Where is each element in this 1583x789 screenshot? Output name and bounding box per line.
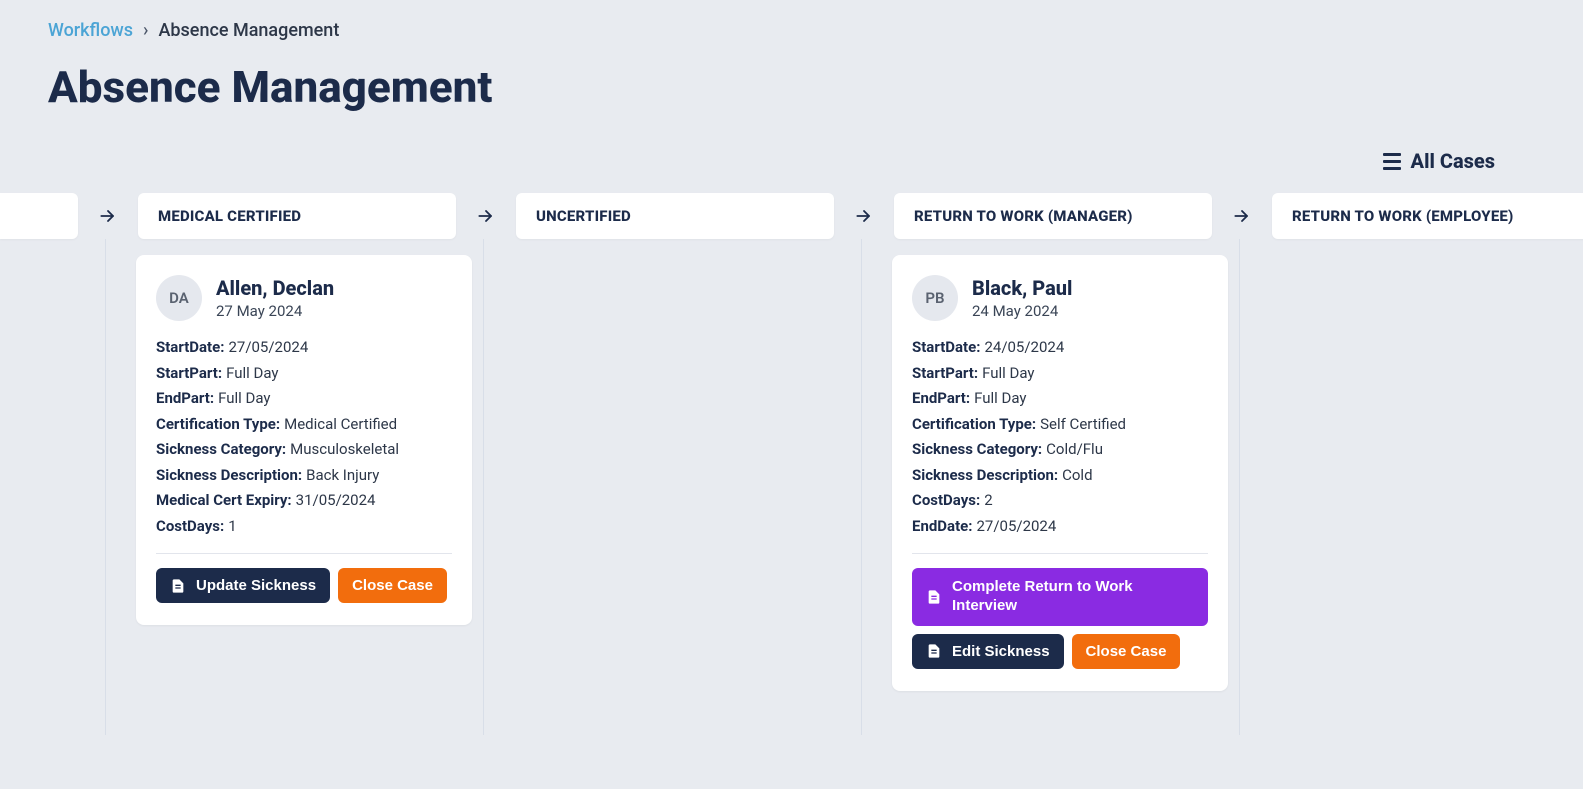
arrow-right-icon	[1212, 206, 1272, 226]
all-cases-toggle[interactable]: All Cases	[1383, 149, 1495, 173]
avatar: DA	[156, 275, 202, 321]
close-case-button[interactable]: Close Case	[338, 568, 447, 603]
edit-sickness-button[interactable]: Edit Sickness	[912, 634, 1064, 669]
case-fields: StartDate:27/05/2024 StartPart:Full Day …	[156, 335, 452, 539]
case-card-allen[interactable]: DA Allen, Declan 27 May 2024 StartDate:2…	[136, 255, 472, 625]
case-name: Allen, Declan	[216, 276, 334, 300]
case-card-black[interactable]: PB Black, Paul 24 May 2024 StartDate:24/…	[892, 255, 1228, 691]
document-icon	[926, 643, 942, 659]
complete-rtw-interview-button[interactable]: Complete Return to Work Interview	[912, 568, 1208, 626]
arrow-right-icon	[78, 206, 138, 226]
case-fields: StartDate:24/05/2024 StartPart:Full Day …	[912, 335, 1208, 539]
breadcrumb-current: Absence Management	[158, 20, 339, 41]
column-header-medical-certified[interactable]: MEDICAL CERTIFIED	[138, 193, 456, 239]
breadcrumb: Workflows › Absence Management	[48, 20, 1535, 41]
column-header-rtw-employee[interactable]: RETURN TO WORK (EMPLOYEE)	[1272, 193, 1583, 239]
case-date: 24 May 2024	[972, 302, 1072, 320]
chevron-right-icon: ›	[143, 20, 148, 41]
arrow-right-icon	[834, 206, 894, 226]
case-date: 27 May 2024	[216, 302, 334, 320]
column-header-uncertified[interactable]: UNCERTIFIED	[516, 193, 834, 239]
column-partial-left	[0, 193, 78, 239]
arrow-right-icon	[456, 206, 516, 226]
document-icon	[170, 578, 186, 594]
case-name: Black, Paul	[972, 276, 1072, 300]
update-sickness-button[interactable]: Update Sickness	[156, 568, 330, 603]
breadcrumb-root-link[interactable]: Workflows	[48, 20, 133, 41]
close-case-button[interactable]: Close Case	[1072, 634, 1181, 669]
document-icon	[926, 589, 942, 605]
all-cases-label: All Cases	[1411, 149, 1495, 173]
column-header-rtw-manager[interactable]: RETURN TO WORK (MANAGER)	[894, 193, 1212, 239]
page-title: Absence Management	[48, 61, 1535, 113]
list-icon	[1383, 153, 1401, 170]
avatar: PB	[912, 275, 958, 321]
